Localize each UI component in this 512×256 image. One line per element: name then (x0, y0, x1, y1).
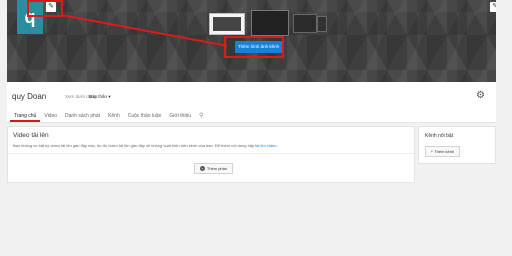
uploads-description-text: Bạn không có bất kỳ video tải lên gần đâ… (13, 143, 255, 148)
tab-home[interactable]: Trang chủ (10, 111, 41, 122)
channel-name: quy Doan (12, 92, 47, 101)
uploads-section: Video tải lên Bạn không có bất kỳ video … (7, 126, 415, 183)
tv-preview-icon (251, 10, 289, 36)
tab-about[interactable]: Giới thiệu (165, 111, 195, 122)
plus-icon: + (199, 166, 205, 172)
upload-video-link[interactable]: tải lên video. (255, 143, 277, 148)
desktop-preview-icon (209, 13, 245, 35)
add-section-button[interactable]: + Thêm phần (194, 163, 233, 174)
add-channel-button[interactable]: + Thêm kênh (425, 146, 460, 157)
tab-playlists[interactable]: Danh sách phát (61, 111, 104, 122)
channel-banner: q ✎ ✎ Thêm hình ảnh kênh (7, 0, 496, 82)
tab-channels[interactable]: Kênh (104, 111, 124, 122)
view-as-value: Bản thân (89, 94, 108, 99)
add-channel-art-button[interactable]: Thêm hình ảnh kênh (235, 41, 282, 53)
tab-discussion[interactable]: Cuộc thảo luận (124, 111, 166, 122)
featured-channels-card: Kênh nổi bật + Thêm kênh (418, 126, 496, 164)
featured-channels-title: Kênh nổi bật (425, 133, 454, 139)
settings-gear-icon[interactable]: ⚙ (476, 90, 485, 101)
section-divider (8, 153, 414, 154)
uploads-description: Bạn không có bất kỳ video tải lên gần đâ… (13, 143, 278, 148)
channel-tabs: Trang chủ Video Danh sách phát Kênh Cuộc… (10, 111, 207, 122)
tab-videos[interactable]: Video (40, 111, 61, 122)
add-section-label: Thêm phần (206, 166, 228, 171)
edit-avatar-pencil-icon[interactable]: ✎ (46, 2, 56, 12)
channel-header: quy Doan Xem dưới dạng: Bản thân ▾ ⚙ Tra… (7, 82, 496, 123)
search-icon[interactable]: ⚲ (195, 111, 207, 122)
edit-banner-pencil-icon[interactable]: ✎ (490, 2, 496, 12)
avatar-letter: q (24, 7, 36, 27)
tablet-preview-icon (293, 14, 317, 33)
channel-avatar[interactable]: q (17, 0, 43, 34)
view-as-dropdown[interactable]: Bản thân ▾ (89, 94, 111, 100)
uploads-title: Video tải lên (13, 132, 49, 139)
phone-preview-icon (317, 16, 327, 32)
chevron-down-icon: ▾ (108, 94, 111, 99)
